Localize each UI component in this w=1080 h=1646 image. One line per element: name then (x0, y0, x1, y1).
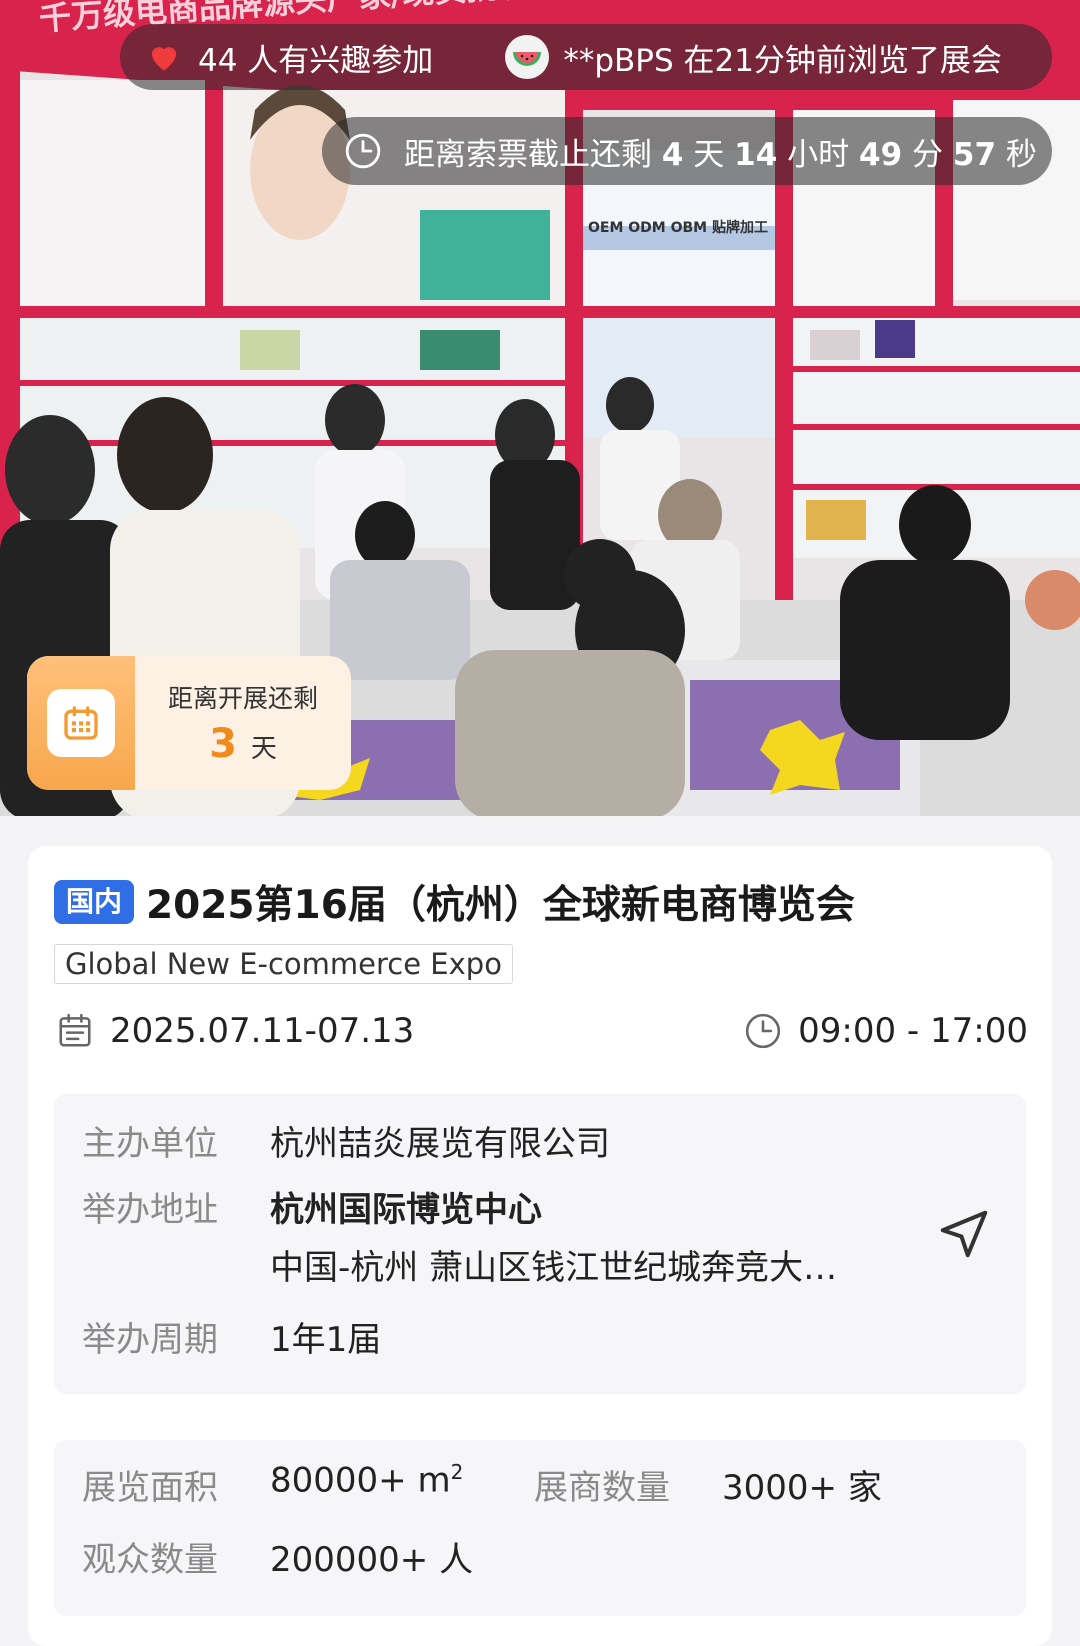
organizer-row: 主办单位 杭州喆炎展览有限公司 (82, 1116, 610, 1165)
open-countdown-value: 3 (209, 721, 237, 767)
visitors-value: 200000+ 人 (270, 1540, 474, 1580)
organizer-value: 杭州喆炎展览有限公司 (270, 1124, 610, 1164)
booth-sign-text: OEM ODM OBM 贴牌加工 (588, 219, 768, 236)
navigate-icon[interactable] (934, 1204, 994, 1264)
venue-name[interactable]: 杭州国际博览中心 (270, 1182, 542, 1231)
exhibitors-stat: 展商数量 3000+ 家 (534, 1460, 882, 1509)
expo-date: 2025.07.11-07.13 (110, 1011, 415, 1051)
cycle-row: 举办周期 1年1届 (82, 1312, 381, 1361)
address-row[interactable]: 举办地址 杭州国际博览中心 (82, 1182, 542, 1231)
exhibitors-label: 展商数量 (534, 1468, 670, 1508)
area-stat: 展览面积 80000+ m2 (82, 1460, 463, 1509)
cycle-label: 举办周期 (82, 1320, 218, 1360)
expo-english-name: Global New E-commerce Expo (54, 944, 513, 984)
interest-pill: 44 人有兴趣参加 **pBPS 在21分钟前浏览了展会 (120, 24, 1052, 90)
open-countdown-unit: 天 (250, 734, 277, 764)
expo-title: 2025第16届（杭州）全球新电商博览会 (146, 883, 855, 928)
hero-photo: 千万级电商品牌源头厂家/现货批发/OEM/ODM定制 OEM ODM OBM 贴… (0, 0, 1080, 816)
scale-stats-section: 展览面积 80000+ m2 展商数量 3000+ 家 观众数量 200000+… (54, 1440, 1026, 1616)
area-label: 展览面积 (82, 1468, 218, 1508)
exhibitors-value: 3000+ 家 (722, 1468, 882, 1508)
open-countdown-label: 距离开展还剩 (167, 684, 318, 713)
expo-info-card: 国内 2025第16届（杭州）全球新电商博览会 Global New E-com… (28, 846, 1052, 1646)
organizer-info-section: 主办单位 杭州喆炎展览有限公司 举办地址 杭州国际博览中心 中国-杭州 萧山区钱… (54, 1094, 1026, 1394)
watermelon-avatar (505, 35, 550, 79)
clock-icon (345, 133, 381, 169)
organizer-label: 主办单位 (82, 1124, 218, 1164)
watermelon-icon (513, 52, 542, 66)
ticket-countdown-text: 距离索票截止还剩 4 天 14 小时 49 分 57 秒 (404, 136, 1037, 173)
expo-time: 09:00 - 17:00 (798, 1011, 1028, 1051)
visitors-stat: 观众数量 200000+ 人 (82, 1532, 473, 1581)
address-label: 举办地址 (82, 1190, 218, 1230)
cycle-value: 1年1届 (270, 1320, 382, 1360)
time-icon (746, 1013, 781, 1049)
venue-address[interactable]: 中国-杭州 萧山区钱江世纪城奔竞大… (270, 1240, 837, 1289)
open-countdown-badge: 距离开展还剩 3天 (27, 656, 351, 790)
date-icon (59, 1013, 91, 1047)
visitors-label: 观众数量 (82, 1540, 218, 1580)
calendar-icon (64, 706, 98, 740)
area-unit-superscript: 2 (450, 1460, 464, 1484)
recent-browse-text: **pBPS 在21分钟前浏览了展会 (563, 42, 1002, 79)
area-value: 80000+ m (270, 1460, 451, 1501)
ticket-countdown-pill: 距离索票截止还剩 4 天 14 小时 49 分 57 秒 (322, 117, 1052, 185)
heart-icon (152, 47, 176, 71)
interest-count: 44 人有兴趣参加 (198, 42, 434, 79)
domestic-tag: 国内 (54, 880, 135, 924)
